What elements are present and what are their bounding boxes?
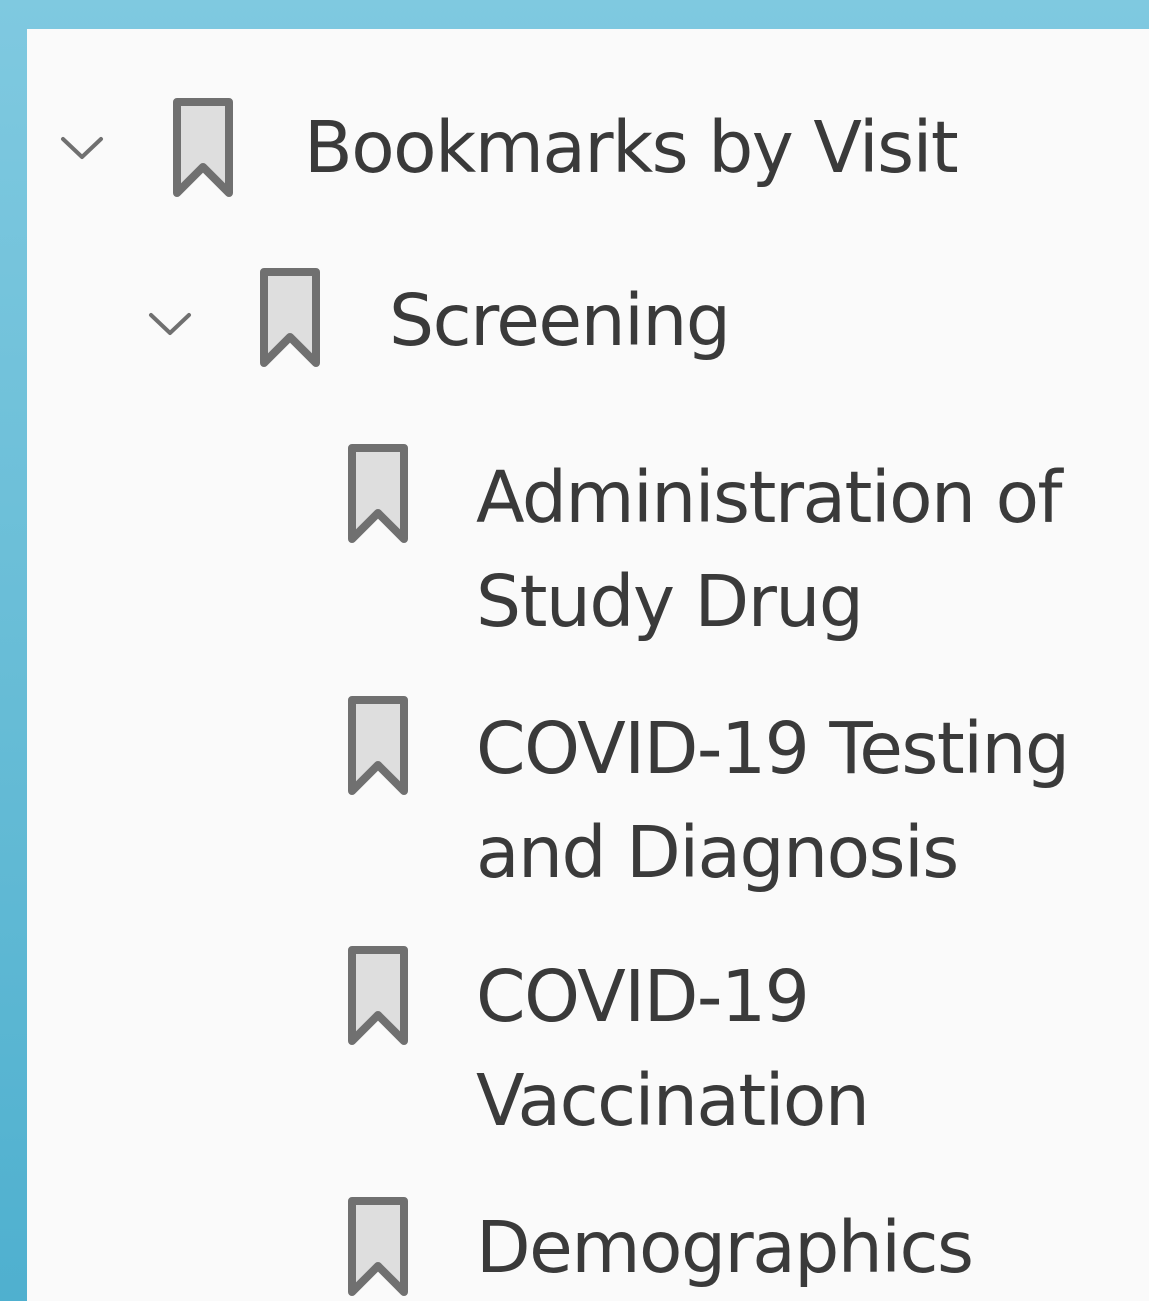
bookmark-label: COVID-19 Testing and Diagnosis bbox=[476, 707, 1070, 894]
bookmark-item-bookmarks-by-visit[interactable]: Bookmarks by Visit bbox=[27, 81, 1149, 231]
bookmark-icon bbox=[348, 696, 408, 795]
bookmark-item-demographics[interactable]: Demographics bbox=[27, 1194, 1149, 1301]
bookmark-item-covid-19-vaccination[interactable]: COVID-19 Vaccination bbox=[27, 941, 1149, 1171]
bookmark-label: Screening bbox=[389, 279, 731, 362]
bookmark-label: Demographics bbox=[476, 1206, 974, 1289]
chevron-down-icon[interactable] bbox=[59, 133, 105, 163]
bookmark-icon bbox=[173, 98, 233, 197]
bookmark-icon bbox=[348, 444, 408, 543]
bookmark-label: COVID-19 Vaccination bbox=[476, 955, 870, 1142]
bookmark-icon bbox=[260, 268, 320, 367]
bookmark-item-covid-19-testing-and-diagnosis[interactable]: COVID-19 Testing and Diagnosis bbox=[27, 689, 1149, 919]
bookmarks-panel: Bookmarks by Visit Screening Administrat… bbox=[27, 29, 1149, 1301]
bookmark-label: Administration of Study Drug bbox=[476, 456, 1063, 643]
bookmark-label: Bookmarks by Visit bbox=[304, 106, 959, 189]
bookmark-item-administration-of-study-drug[interactable]: Administration of Study Drug bbox=[27, 439, 1149, 669]
bookmark-icon bbox=[348, 1197, 408, 1296]
bookmark-item-screening[interactable]: Screening bbox=[27, 261, 1149, 411]
chevron-down-icon[interactable] bbox=[147, 309, 193, 339]
bookmark-icon bbox=[348, 946, 408, 1045]
